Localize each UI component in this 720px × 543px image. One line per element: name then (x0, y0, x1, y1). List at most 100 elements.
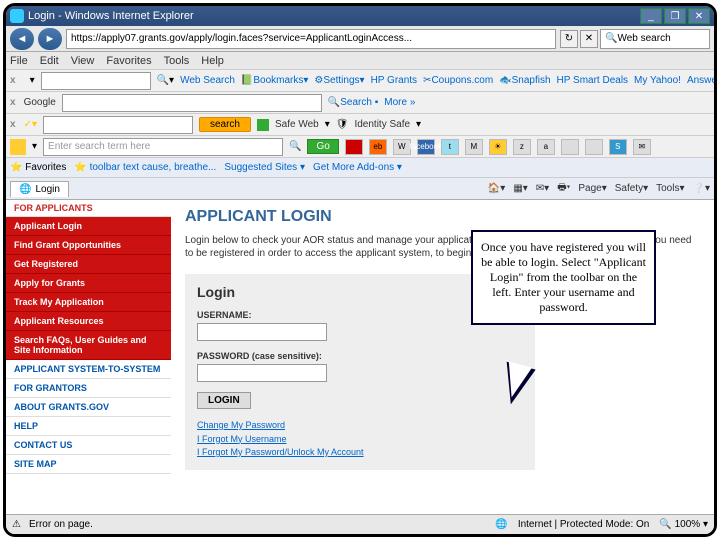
hp-settings[interactable]: ⚙Settings▾ (314, 75, 364, 86)
status-internet-icon: 🌐 (495, 519, 507, 530)
google-label: Google (24, 97, 56, 108)
fav-suggested[interactable]: Suggested Sites ▾ (224, 162, 305, 173)
page-menu[interactable]: Page▾ (578, 183, 606, 194)
sidebar-track-app[interactable]: Track My Application (6, 293, 171, 312)
forgot-username-link[interactable]: I Forgot My Username (197, 433, 523, 447)
url-input[interactable]: https://apply07.grants.gov/apply/login.f… (66, 29, 556, 49)
address-bar: ◄ ► https://apply07.grants.gov/apply/log… (6, 26, 714, 52)
username-input[interactable] (197, 323, 327, 341)
youtube-icon[interactable] (345, 139, 363, 155)
hp-bookmarks[interactable]: 📗Bookmarks▾ (241, 75, 309, 86)
feed-button[interactable]: ▦▾ (513, 183, 527, 194)
sidebar-sitemap[interactable]: SITE MAP (6, 455, 171, 474)
callout-text: Once you have registered you will be abl… (481, 240, 646, 314)
sidebar-about[interactable]: ABOUT GRANTS.GOV (6, 398, 171, 417)
identity-icon: 🛡 (336, 119, 349, 130)
hp-yahoo[interactable]: My Yahoo! (634, 75, 681, 86)
sidebar-applicant-login[interactable]: Applicant Login (6, 217, 171, 236)
ebay-icon[interactable]: eb (369, 139, 387, 155)
hp-deals[interactable]: HP Smart Deals (557, 75, 629, 86)
wikipedia-icon[interactable]: W (393, 139, 411, 155)
google-search-input[interactable] (62, 94, 322, 112)
menu-edit[interactable]: Edit (40, 55, 59, 67)
maximize-button[interactable]: ❐ (664, 8, 686, 24)
help-button[interactable]: ❔▾ (693, 183, 710, 194)
menu-bar: File Edit View Favorites Tools Help (6, 52, 714, 70)
close-button[interactable]: ✕ (688, 8, 710, 24)
facebook-icon[interactable]: facebook (417, 139, 435, 155)
print-button[interactable]: 🖶▾ (557, 180, 570, 197)
misc-icon-2[interactable] (585, 139, 603, 155)
tab-bar: 🌐 Login 🏠▾ ▦▾ ✉▾ 🖶▾ Page▾ Safety▾ Tools▾… (6, 178, 714, 200)
tab-label: Login (35, 184, 59, 195)
password-input[interactable] (197, 364, 327, 382)
misc-icon-1[interactable] (561, 139, 579, 155)
norton-search-button[interactable]: search (199, 117, 251, 132)
hp-search-input[interactable] (41, 72, 151, 90)
menu-file[interactable]: File (10, 55, 28, 67)
menu-favorites[interactable]: Favorites (106, 55, 151, 67)
fav-addons[interactable]: Get More Add-ons ▾ (313, 162, 402, 173)
minimize-button[interactable]: _ (640, 8, 662, 24)
safeweb-icon (257, 119, 269, 131)
google-search-btn[interactable]: 🔍Search ▪ (328, 97, 378, 108)
mail-button[interactable]: ✉▾ (536, 183, 549, 194)
identity-label[interactable]: Identity Safe (354, 119, 410, 130)
sidebar-contact[interactable]: CONTACT US (6, 436, 171, 455)
hp-answers[interactable]: Answers▾ (687, 75, 714, 86)
menu-view[interactable]: View (71, 55, 95, 67)
hp-toolbar-close[interactable]: x (10, 75, 16, 86)
google-more[interactable]: More » (384, 97, 415, 108)
hp-coupons[interactable]: ✂Coupons.com (423, 75, 493, 86)
stop-button[interactable]: ✕ (580, 30, 598, 48)
star-icon[interactable] (10, 139, 26, 155)
hp-grants[interactable]: HP Grants (371, 75, 418, 86)
search-toolbar: ▾ Enter search term here 🔍 Go eb W faceb… (6, 136, 714, 158)
twitter-icon[interactable]: t (441, 139, 459, 155)
window-title: Login - Windows Internet Explorer (28, 10, 640, 22)
status-zoom[interactable]: 🔍 100% ▾ (659, 519, 708, 530)
sidebar-grantors[interactable]: FOR GRANTORS (6, 379, 171, 398)
titlebar: Login - Windows Internet Explorer _ ❐ ✕ (6, 6, 714, 26)
menu-tools[interactable]: Tools (164, 55, 190, 67)
hp-snapfish[interactable]: 🐟Snapfish (499, 75, 550, 86)
sidebar-get-registered[interactable]: Get Registered (6, 255, 171, 274)
misc-icon-3[interactable]: ✉ (633, 139, 651, 155)
amazon-icon[interactable]: a (537, 139, 555, 155)
sidebar-resources[interactable]: Applicant Resources (6, 312, 171, 331)
gmail-icon[interactable]: M (465, 139, 483, 155)
refresh-button[interactable]: ↻ (560, 30, 578, 48)
browser-search-input[interactable]: 🔍 Web search (600, 29, 710, 49)
norton-search-input[interactable] (43, 116, 193, 134)
menu-help[interactable]: Help (201, 55, 224, 67)
sidebar-search-faqs[interactable]: Search FAQs, User Guides and Site Inform… (6, 331, 171, 360)
password-label: PASSWORD (case sensitive): (197, 351, 523, 361)
hp-websearch[interactable]: Web Search (180, 75, 235, 86)
safety-menu[interactable]: Safety▾ (615, 183, 648, 194)
sidebar-find-grants[interactable]: Find Grant Opportunities (6, 236, 171, 255)
back-button[interactable]: ◄ (10, 28, 34, 50)
login-button[interactable]: LOGIN (197, 392, 251, 409)
go-button[interactable]: Go (307, 139, 338, 154)
sidebar-system[interactable]: APPLICANT SYSTEM-TO-SYSTEM (6, 360, 171, 379)
favorites-button[interactable]: ⭐ Favorites (10, 162, 66, 173)
sidebar-help[interactable]: HELP (6, 417, 171, 436)
home-button[interactable]: 🏠▾ (488, 183, 505, 194)
tools-menu[interactable]: Tools▾ (656, 183, 684, 194)
search-term-input[interactable]: Enter search term here (43, 138, 283, 156)
status-bar: ⚠ Error on page. 🌐 Internet | Protected … (6, 514, 714, 534)
safeweb-label[interactable]: Safe Web (275, 119, 319, 130)
tab-login[interactable]: 🌐 Login (10, 181, 69, 197)
tab-favicon-icon: 🌐 (19, 184, 31, 195)
weather-icon[interactable]: ☀ (489, 139, 507, 155)
fav-item-1[interactable]: ⭐ toolbar text cause, breathe... (74, 162, 216, 173)
zip-icon[interactable]: z (513, 139, 531, 155)
forgot-password-link[interactable]: I Forgot My Password/Unlock My Account (197, 446, 523, 460)
change-password-link[interactable]: Change My Password (197, 419, 523, 433)
norton-toolbar-close[interactable]: x (10, 119, 16, 130)
google-toolbar: x Google 🔍Search ▪ More » (6, 92, 714, 114)
forward-button[interactable]: ► (38, 28, 62, 50)
sidebar-apply-grants[interactable]: Apply for Grants (6, 274, 171, 293)
google-toolbar-close[interactable]: x (10, 97, 16, 108)
skype-icon[interactable]: S (609, 139, 627, 155)
